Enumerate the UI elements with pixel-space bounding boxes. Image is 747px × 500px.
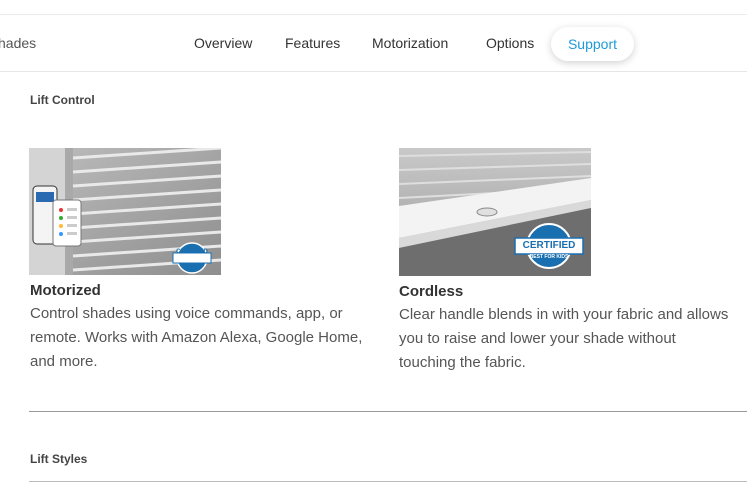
motorized-image[interactable]: CERTIFIED (29, 148, 221, 275)
nav-item-options[interactable]: Options (486, 35, 534, 51)
nav-item-support-label: Support (567, 36, 618, 52)
motorized-description: Control shades using voice commands, app… (30, 305, 363, 370)
nav-item-motorization[interactable]: Motorization (372, 35, 448, 51)
cordless-certified-badge: CERTIFIED (522, 240, 576, 251)
motorized-title: Motorized (30, 282, 101, 299)
product-nav-bar: hades Overview Features Motorization Opt… (0, 15, 747, 72)
section-divider (29, 411, 747, 412)
nav-item-features[interactable]: Features (285, 35, 340, 51)
nav-item-support[interactable]: Support (551, 27, 634, 61)
section-divider-bottom (29, 481, 747, 482)
cordless-badge-subtext: BEST FOR KIDS (529, 254, 569, 260)
lift-styles-heading[interactable]: Lift Styles (30, 452, 87, 466)
nav-item-overview[interactable]: Overview (194, 35, 252, 51)
cordless-image[interactable]: CERTIFIED BEST FOR KIDS (399, 148, 591, 276)
product-name: hades (0, 35, 37, 51)
motorized-shade-photo (29, 148, 221, 275)
lift-control-heading: Lift Control (30, 93, 95, 107)
cordless-title: Cordless (399, 283, 464, 300)
cordless-description: Clear handle blends in with your fabric … (399, 306, 729, 371)
motorized-certified-badge: CERTIFIED (176, 249, 208, 255)
